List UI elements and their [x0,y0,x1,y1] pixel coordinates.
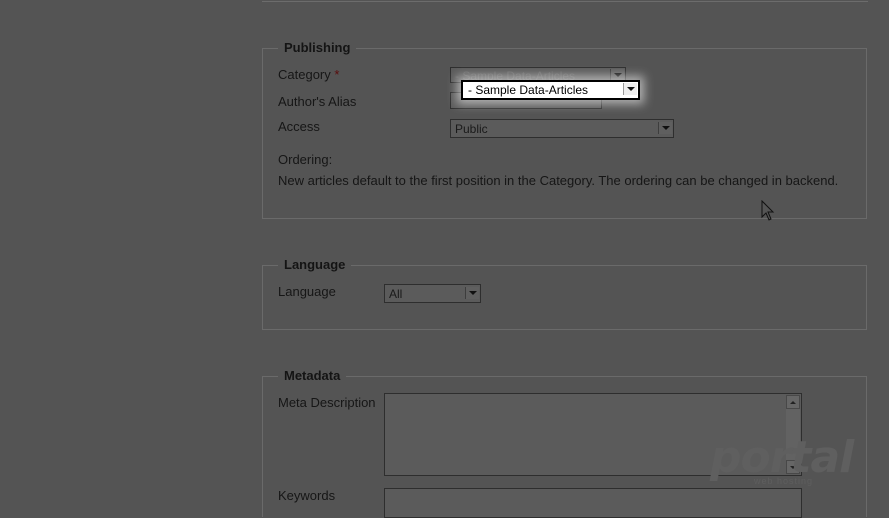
metadata-legend: Metadata [278,368,347,383]
ordering-label: Ordering: [278,152,333,167]
portal-logo: portal web hosting [710,432,870,492]
scroll-up-icon[interactable] [786,395,800,409]
category-dropdown-popup[interactable]: - Sample Data-Articles [461,80,640,100]
access-select[interactable]: Public [450,119,674,138]
required-marker: * [334,67,340,82]
language-select[interactable]: All [384,284,481,303]
top-divider [262,0,868,2]
publishing-fieldset: Publishing Category * - Sample Data-Arti… [262,40,867,219]
access-label: Access [278,119,320,134]
category-dropdown-inner[interactable]: - Sample Data-Articles [463,82,638,98]
keywords-label: Keywords [278,488,336,503]
keywords-textarea[interactable] [384,488,802,518]
category-label-text: Category [278,67,331,82]
chevron-down-icon[interactable] [465,287,479,299]
mouse-cursor-icon [761,200,775,221]
language-fieldset: Language Language All [262,257,867,330]
category-dropdown-value: - Sample Data-Articles [468,83,589,97]
ordering-note: New articles default to the first positi… [278,173,839,188]
access-select-value: Public [455,122,488,136]
language-select-value: All [389,287,403,301]
authors-alias-label: Author's Alias [278,94,357,109]
language-legend: Language [278,257,352,272]
chevron-down-icon[interactable] [623,83,637,95]
logo-tagline: web hosting [754,476,814,486]
category-label: Category * [278,67,339,82]
language-label: Language [278,284,336,299]
meta-description-label: Meta Description [278,395,376,410]
publishing-legend: Publishing [278,40,357,55]
chevron-down-icon[interactable] [658,122,672,134]
